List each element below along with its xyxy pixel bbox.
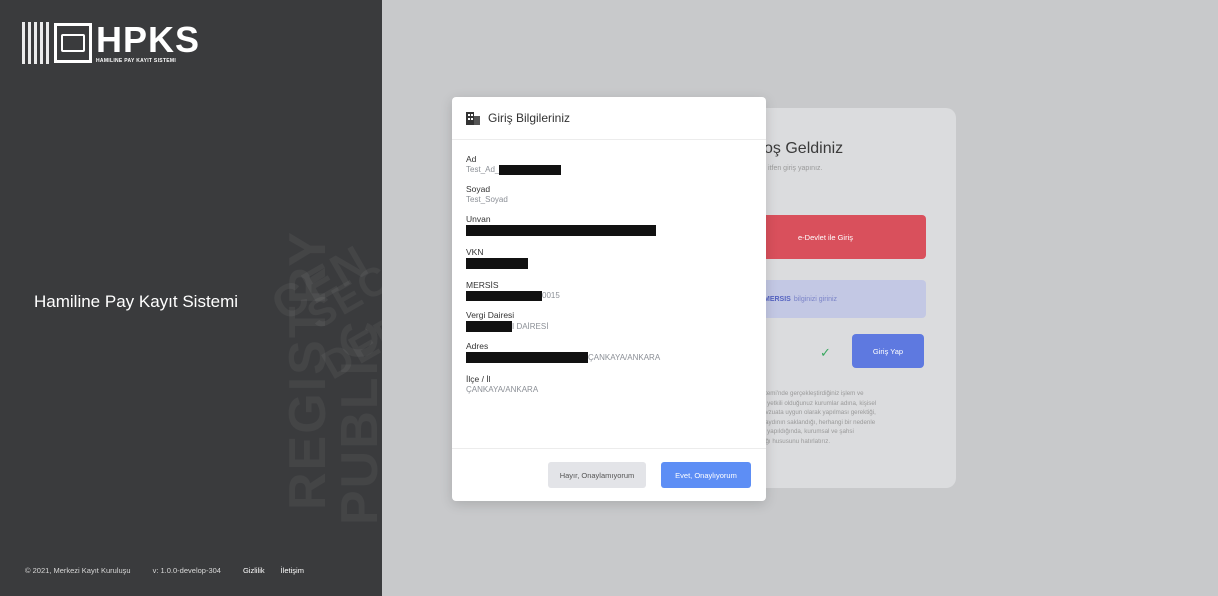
login-hint: itfen giriş yapınız.	[768, 165, 823, 172]
book-icon	[54, 23, 92, 63]
login-info-modal: Giriş Bilgileriniz Ad Test_Ad_ Soyad Tes…	[452, 97, 766, 501]
edevlet-login-button[interactable]: e-Devlet ile Giriş	[758, 215, 926, 259]
login-info-text: stemi'nde gerçekleştirdiğiniz işlem ve e…	[762, 389, 928, 446]
modal-footer: Hayır, Onaylamıyorum Evet, Onaylıyorum	[452, 448, 766, 501]
version-text: v: 1.0.0-develop-304	[152, 566, 221, 575]
info-line: e yetkili olduğunuz kurumlar adına, kişi…	[762, 399, 877, 407]
modal-header: Giriş Bilgileriniz	[452, 97, 766, 140]
field-value: ÇANKAYA/ANKARA	[466, 385, 539, 394]
building-icon	[466, 111, 480, 125]
mersis-label: MERSIS	[764, 295, 791, 303]
redaction-bar	[466, 258, 528, 269]
logo-title: HPKS	[96, 19, 201, 60]
footer: © 2021, Merkezi Kayıt Kuruluşu v: 1.0.0-…	[25, 566, 320, 575]
field-label: İlçe / İl	[466, 374, 491, 384]
field-vkn: VKN	[466, 247, 752, 269]
info-line: n yapıldığında, kurumsal ve şahsi	[762, 428, 854, 435]
app-name: Hamiline Pay Kayıt Sistemi	[34, 292, 239, 311]
redaction-bar	[499, 165, 562, 175]
redaction-bar	[466, 352, 588, 363]
login-submit-button[interactable]: Giriş Yap	[852, 334, 924, 368]
field-vergi-dairesi: Vergi Dairesi I DAİRESİ	[466, 310, 752, 332]
redaction-bar	[466, 225, 656, 236]
modal-title: Giriş Bilgileriniz	[488, 111, 571, 125]
redaction-bar	[466, 321, 512, 332]
logo-mosaic-icon	[22, 22, 50, 64]
info-line: ağı hususunu hatırlatırız.	[762, 437, 831, 445]
field-label: Unvan	[466, 214, 491, 224]
field-label: MERSİS	[466, 280, 499, 290]
field-ilce-il: İlçe / İl ÇANKAYA/ANKARA	[466, 374, 752, 395]
info-line: stemi'nde gerçekleştirdiğiniz işlem ve	[762, 390, 864, 397]
field-label: Soyad	[466, 184, 491, 194]
field-unvan: Unvan	[466, 214, 752, 236]
redaction-bar	[466, 291, 542, 301]
hpks-logo: HPKS HAMILINE PAY KAYIT SISTEMI	[22, 22, 200, 64]
reject-button[interactable]: Hayır, Onaylamıyorum	[548, 462, 646, 488]
field-ad: Ad Test_Ad_	[466, 154, 752, 175]
field-mersis: MERSİS 0015	[466, 280, 752, 301]
field-value: 0015	[542, 291, 560, 300]
logo-subtitle: HAMILINE PAY KAYIT SISTEMI	[96, 58, 177, 64]
field-label: Vergi Dairesi	[466, 310, 515, 320]
mersis-input[interactable]: MERSIS bilginizi giriniz	[758, 280, 926, 318]
welcome-heading: oş Geldiniz	[764, 140, 844, 157]
field-value: I DAİRESİ	[512, 321, 549, 331]
modal-fields: Ad Test_Ad_ Soyad Test_Soyad Unvan VKN M…	[452, 140, 766, 395]
field-value: Test_Ad_	[466, 165, 500, 174]
privacy-link[interactable]: Gizlilik	[243, 566, 265, 575]
field-label: VKN	[466, 247, 484, 257]
checkmark-icon: ✓	[820, 346, 831, 361]
field-label: Adres	[466, 341, 489, 351]
field-adres: Adres ÇANKAYA/ANKARA	[466, 341, 752, 363]
contact-link[interactable]: İletişim	[281, 566, 304, 575]
field-soyad: Soyad Test_Soyad	[466, 184, 752, 205]
field-value: Test_Soyad	[466, 195, 508, 204]
copyright-text: © 2021, Merkezi Kayıt Kuruluşu	[25, 566, 131, 575]
field-label: Ad	[466, 154, 477, 164]
field-value: ÇANKAYA/ANKARA	[588, 352, 661, 362]
login-card: oş Geldiniz itfen giriş yapınız. e-Devle…	[740, 108, 956, 488]
info-line: evzuata uygun olarak yapılması gerektiği…	[762, 409, 876, 416]
accept-button[interactable]: Evet, Onaylıyorum	[661, 462, 751, 488]
info-line: kaydının saklandığı, herhangi bir nedenl…	[762, 418, 876, 426]
mersis-placeholder: bilginizi giriniz	[793, 295, 838, 303]
branding-panel: REGISTRY PUBLIC CEN SEC DEP HPKS HAMILIN…	[0, 0, 382, 596]
